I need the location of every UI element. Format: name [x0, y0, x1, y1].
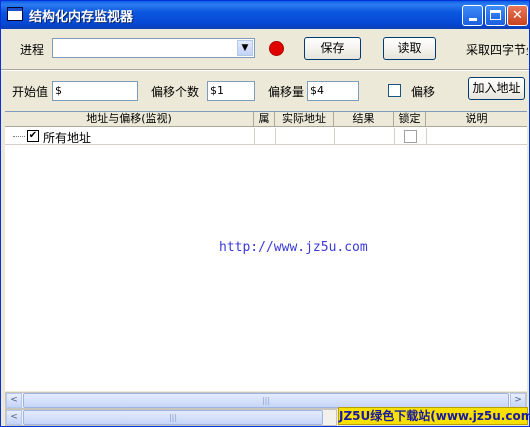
- lock-checkbox[interactable]: [404, 130, 417, 143]
- app-window-icon: [7, 7, 23, 21]
- bottom-horizontal-scrollbar[interactable]: < |||: [5, 409, 337, 426]
- process-select[interactable]: ▼: [52, 38, 255, 58]
- minimize-button[interactable]: [462, 5, 483, 26]
- table-row[interactable]: ✔ 所有地址: [5, 128, 527, 145]
- scroll-left-icon[interactable]: <: [6, 410, 22, 425]
- column-divider: [426, 128, 427, 145]
- scroll-thumb[interactable]: |||: [23, 410, 323, 425]
- scroll-right-icon[interactable]: >: [510, 393, 526, 408]
- offset-count-input[interactable]: $1: [207, 81, 255, 101]
- row-checkbox[interactable]: ✔: [27, 130, 39, 142]
- offset-amount-label: 偏移量: [268, 85, 305, 99]
- add-address-button[interactable]: 加入地址: [468, 77, 525, 100]
- column-header-address[interactable]: 地址与偏移(监视): [5, 112, 254, 127]
- column-divider: [394, 128, 395, 145]
- title-bar[interactable]: 结构化内存监视器 ✕: [1, 1, 529, 29]
- offset-checkbox-label: 偏移: [411, 85, 436, 99]
- column-divider: [275, 128, 276, 145]
- offset-checkbox[interactable]: [388, 84, 401, 97]
- scroll-thumb[interactable]: |||: [23, 393, 509, 408]
- column-header-result[interactable]: 结果: [334, 112, 394, 127]
- scroll-left-icon[interactable]: <: [6, 393, 22, 408]
- save-button[interactable]: 保存: [304, 37, 361, 60]
- offset-count-label: 偏移个数: [151, 85, 200, 99]
- chevron-down-icon[interactable]: ▼: [237, 40, 253, 56]
- website-url-text: http://www.jz5u.com: [219, 240, 368, 255]
- column-header-attr[interactable]: 属: [254, 112, 275, 127]
- capture-dword-label: 采取四字节坐: [466, 43, 528, 57]
- main-window: 结构化内存监视器 ✕ 进程 ▼ 保存 读取 采取四字节坐 开始值 $ 偏移个数 …: [0, 0, 530, 427]
- close-icon: ✕: [512, 8, 523, 23]
- grid-header: 地址与偏移(监视) 属 实际地址 结果 锁定 说明: [5, 112, 527, 127]
- start-value-input[interactable]: $: [52, 81, 138, 101]
- column-header-lock[interactable]: 锁定: [394, 112, 426, 127]
- column-divider: [254, 128, 255, 145]
- tree-connector: [13, 136, 25, 137]
- watermark-badge: JZ5U绿色下载站(www.jz5u.com): [338, 407, 530, 425]
- column-header-real-address[interactable]: 实际地址: [275, 112, 334, 127]
- read-button[interactable]: 读取: [383, 37, 436, 60]
- maximize-button[interactable]: [485, 5, 506, 26]
- row-name: 所有地址: [43, 131, 92, 145]
- start-value-label: 开始值: [12, 85, 49, 99]
- process-label: 进程: [20, 43, 45, 57]
- maximize-icon: [490, 10, 501, 20]
- close-button[interactable]: ✕: [507, 5, 528, 26]
- window-title: 结构化内存监视器: [29, 10, 134, 25]
- offset-amount-input[interactable]: $4: [307, 81, 359, 101]
- record-indicator-icon: [269, 41, 284, 56]
- column-divider: [334, 128, 335, 145]
- column-header-description[interactable]: 说明: [426, 112, 527, 127]
- minimize-icon: [468, 18, 477, 21]
- toolbar-separator: [1, 69, 529, 71]
